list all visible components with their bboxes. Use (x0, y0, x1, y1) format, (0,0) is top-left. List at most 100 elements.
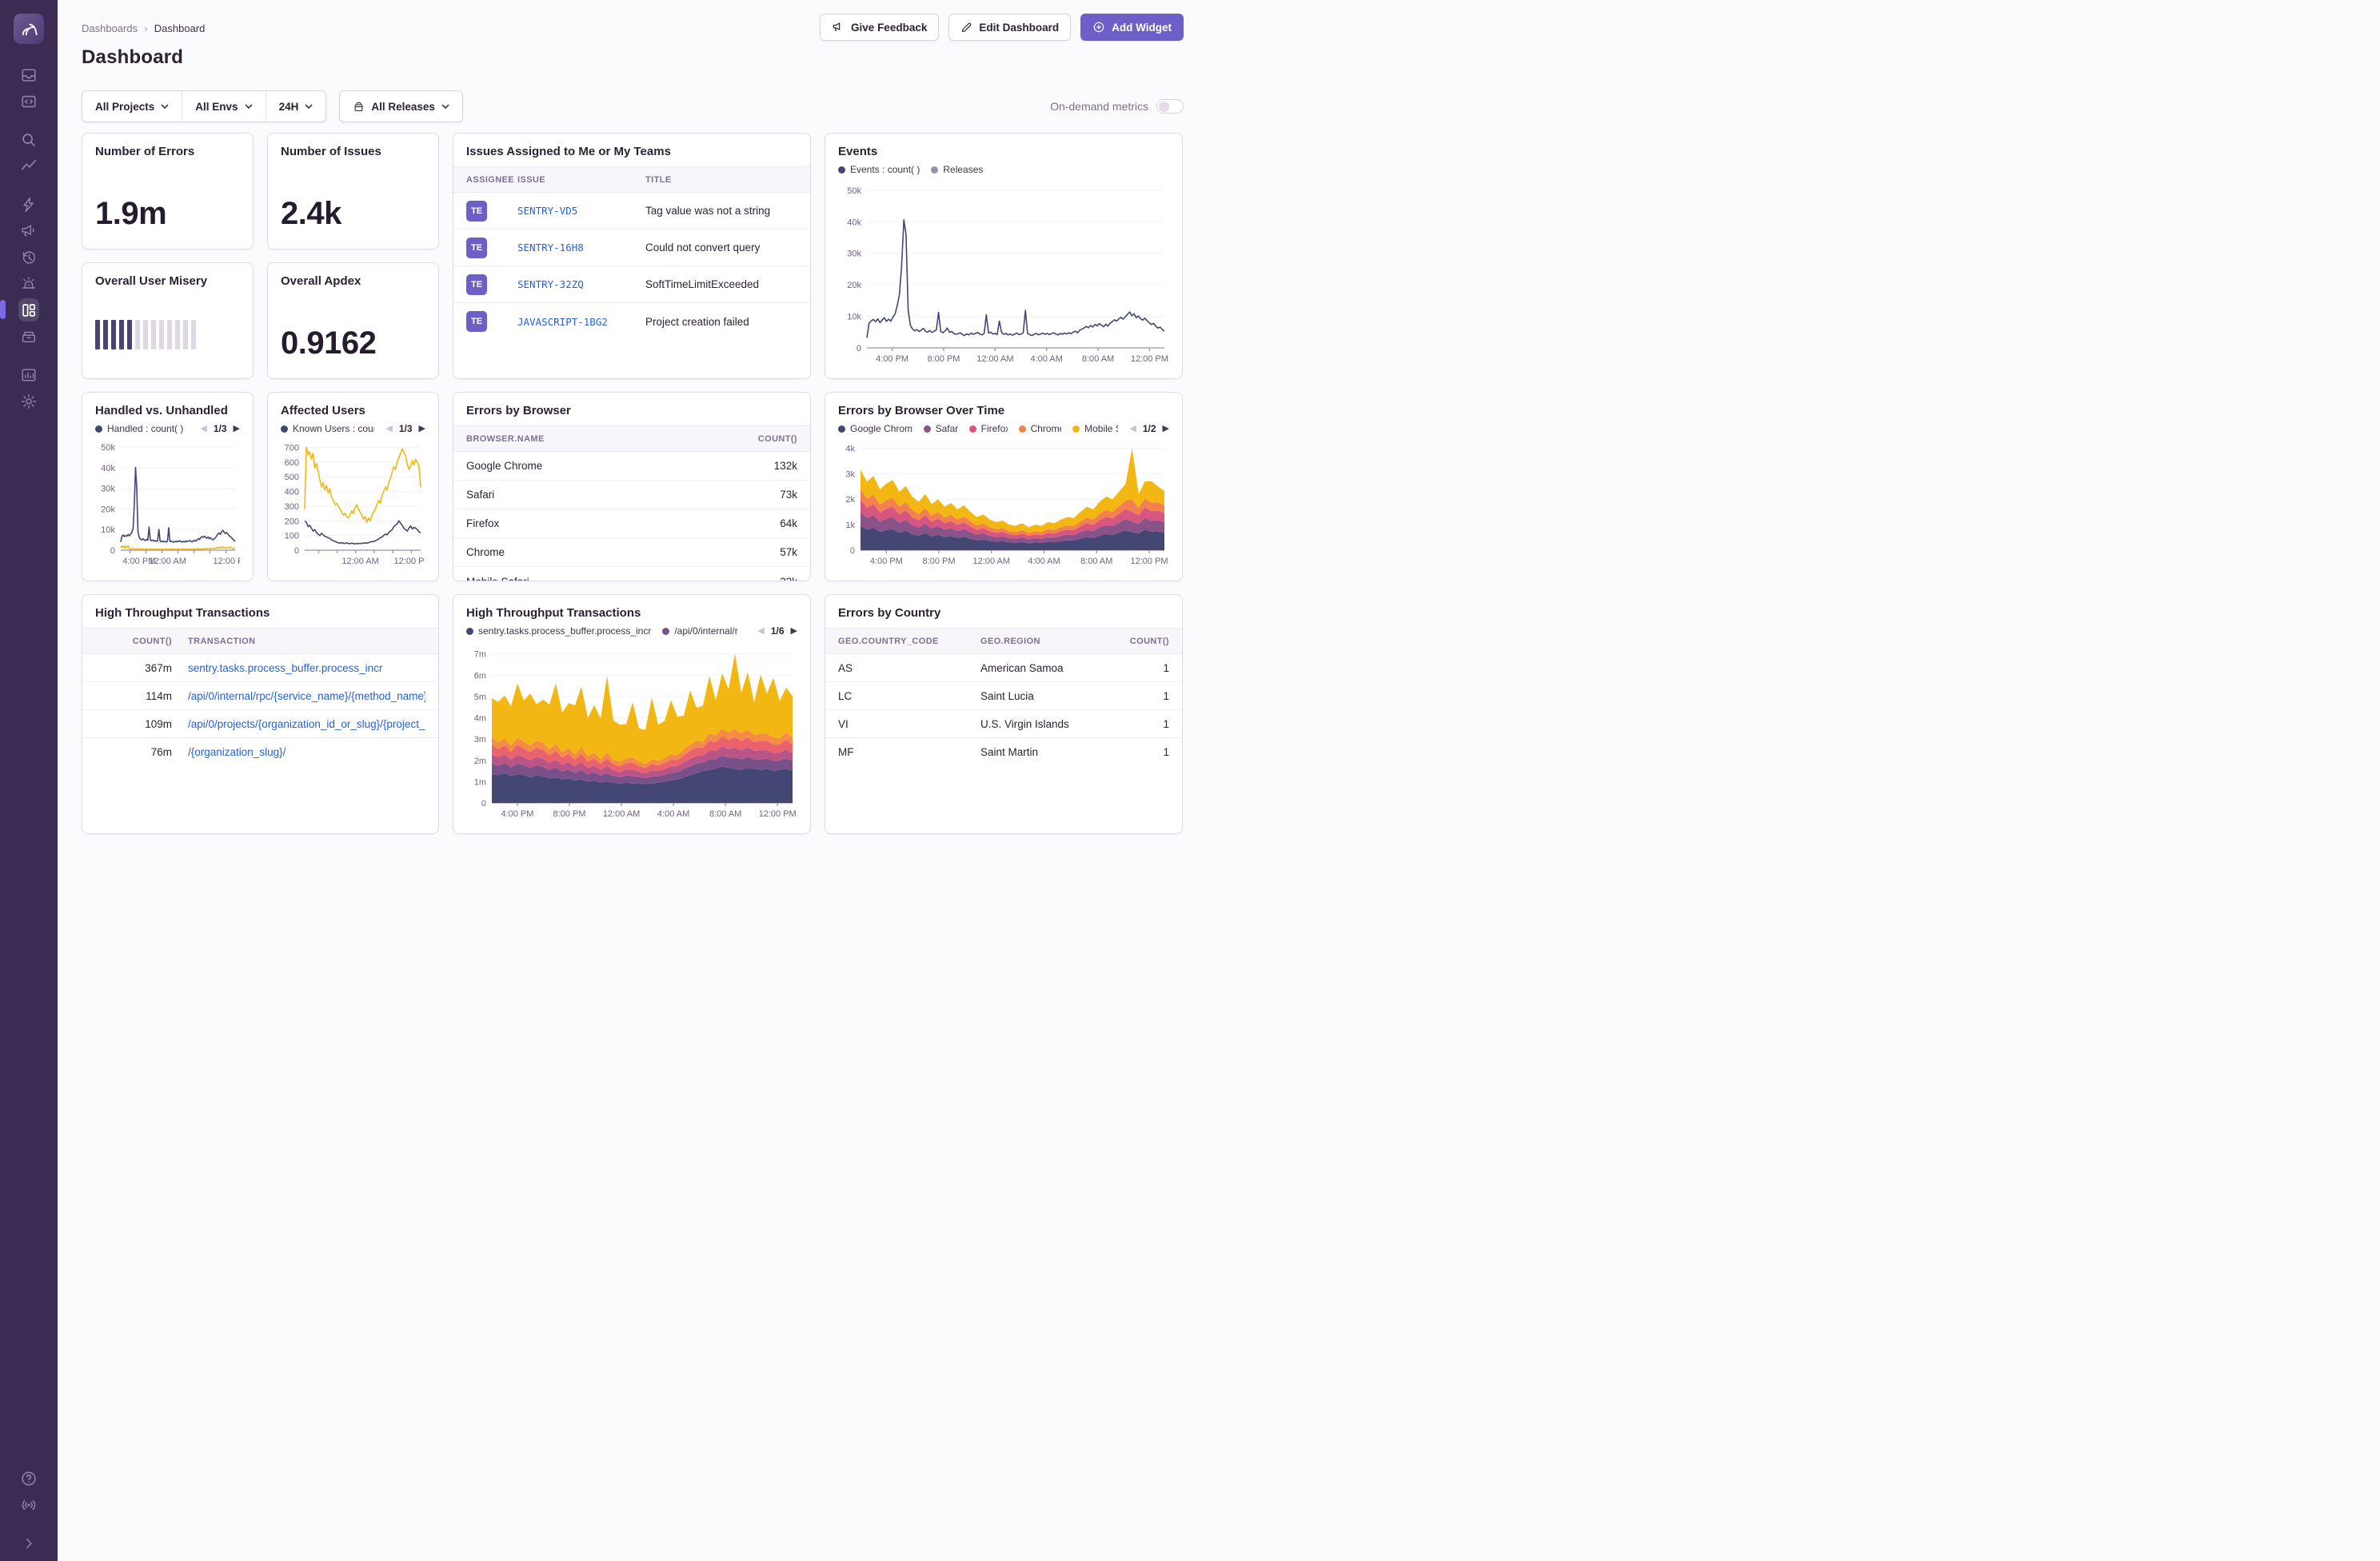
next-page-icon[interactable]: ▶ (419, 425, 425, 433)
transaction-link[interactable]: /api/0/projects/{organization_id_or_slug… (172, 718, 425, 730)
svg-text:4:00 PM: 4:00 PM (501, 809, 533, 819)
svg-text:400: 400 (285, 488, 299, 497)
prev-page-icon[interactable]: ◀ (1129, 425, 1136, 433)
table-row: Safari73k (453, 481, 810, 509)
table-row: TESENTRY-VD5Tag value was not a string (453, 193, 810, 230)
issues-assigned-widget: Issues Assigned to Me or My Teams ASSIGN… (453, 133, 811, 379)
next-page-icon[interactable]: ▶ (234, 425, 240, 433)
svg-text:0: 0 (294, 546, 299, 556)
legend-label: Handled : count( ) (107, 423, 183, 434)
svg-text:0: 0 (110, 546, 115, 556)
transaction-link[interactable]: /{organization_slug}/ (172, 746, 425, 758)
svg-text:12:00 PM: 12:00 PM (1131, 354, 1168, 364)
prev-page-icon[interactable]: ◀ (757, 627, 764, 636)
issue-link[interactable]: SENTRY-16H8 (517, 242, 645, 254)
next-page-icon[interactable]: ▶ (791, 627, 797, 636)
legend-entry[interactable]: /api/0/internal/r (662, 625, 737, 637)
legend-entry[interactable]: Firefox (969, 423, 1008, 434)
breadcrumb-dashboards[interactable]: Dashboards (82, 22, 138, 34)
table-header: BROWSER.NAME COUNT() (453, 425, 810, 452)
sidebar-item-dashboards[interactable] (13, 297, 45, 323)
sidebar-item-releases[interactable] (13, 323, 45, 349)
issue-title: SoftTimeLimitExceeded (645, 278, 797, 290)
widget-title: High Throughput Transactions (95, 606, 425, 620)
country-region: U.S. Virgin Islands (980, 718, 1124, 730)
transaction-link[interactable]: /api/0/internal/rpc/{service_name}/{meth… (172, 690, 425, 702)
errors-by-browser-table: BROWSER.NAME COUNT() Google Chrome132kSa… (453, 425, 810, 581)
legend-entry[interactable]: sentry.tasks.process_buffer.process_incr (466, 625, 651, 637)
sidebar-item-performance[interactable] (13, 153, 45, 179)
sidebar-item-stats[interactable] (13, 361, 45, 388)
legend-entry[interactable]: Google Chrome (838, 423, 912, 434)
issue-link[interactable]: SENTRY-VD5 (517, 205, 645, 217)
prev-page-icon[interactable]: ◀ (385, 425, 392, 433)
sidebar-item-alerts[interactable] (13, 270, 45, 297)
ondemand-metrics-toggle[interactable] (1156, 99, 1184, 114)
legend-entry[interactable]: Events : count( ) (838, 164, 920, 175)
legend-dot (924, 425, 931, 433)
legend-entry[interactable]: Handled : count( ) (95, 423, 183, 434)
issue-link[interactable]: SENTRY-32ZQ (517, 278, 645, 290)
circle-plus-icon (1092, 21, 1105, 34)
issue-link[interactable]: JAVASCRIPT-1BG2 (517, 316, 645, 328)
svg-text:2k: 2k (845, 495, 855, 505)
legend-entry[interactable]: Known Users : cour (281, 423, 374, 434)
events-chart: 010k20k30k40k50k4:00 PM8:00 PM12:00 AM4:… (838, 179, 1169, 367)
sidebar-item-issues[interactable] (13, 62, 45, 88)
browser-count: 57k (725, 546, 797, 558)
legend-entry[interactable]: Safari (924, 423, 958, 434)
sidebar-bottom (13, 1465, 45, 1561)
issue-title: Tag value was not a string (645, 205, 797, 217)
legend-entry[interactable]: Chrome (1019, 423, 1062, 434)
widget-title: Overall User Misery (95, 274, 240, 288)
transaction-link[interactable]: sentry.tasks.process_buffer.process_incr (172, 662, 425, 674)
svg-text:50k: 50k (847, 186, 861, 196)
add-widget-button[interactable]: Add Widget (1080, 14, 1184, 41)
sidebar-nav (13, 62, 45, 414)
sidebar-item-launch[interactable] (13, 191, 45, 218)
svg-text:12:00 PM: 12:00 PM (759, 809, 797, 819)
releases-filter[interactable]: All Releases (339, 90, 463, 122)
misery-bar (127, 320, 132, 349)
svg-text:100: 100 (285, 532, 299, 541)
prev-page-icon[interactable]: ◀ (200, 425, 206, 433)
country-count: 1 (1124, 662, 1169, 674)
envs-filter[interactable]: All Envs (182, 91, 265, 122)
table-header: COUNT() TRANSACTION (82, 628, 438, 654)
svg-text:600: 600 (285, 458, 299, 468)
misery-bar (103, 320, 108, 349)
widget-title: Issues Assigned to Me or My Teams (466, 145, 797, 158)
transaction-count: 114m (95, 690, 172, 702)
number-of-issues-value: 2.4k (281, 198, 425, 230)
sidebar-item-projects[interactable] (13, 88, 45, 114)
svg-text:20k: 20k (847, 281, 861, 290)
sidebar-item-replays[interactable] (13, 244, 45, 270)
svg-text:4:00 PM: 4:00 PM (876, 354, 908, 364)
high-throughput-table-widget: High Throughput Transactions COUNT() TRA… (82, 594, 439, 834)
assignee-cell: TE (466, 311, 517, 332)
help-icon[interactable] (13, 1465, 45, 1491)
sidebar-item-settings[interactable] (13, 388, 45, 414)
broadcast-icon[interactable] (13, 1491, 45, 1518)
legend-entry[interactable]: Releases (931, 164, 983, 175)
legend-label: /api/0/internal/r (674, 625, 737, 637)
issue-title: Could not convert query (645, 242, 797, 254)
sidebar-item-feedback[interactable] (13, 218, 45, 244)
edit-dashboard-button[interactable]: Edit Dashboard (948, 14, 1071, 41)
browser-count: 73k (725, 489, 797, 501)
next-page-icon[interactable]: ▶ (1163, 425, 1169, 433)
projects-filter[interactable]: All Projects (82, 91, 182, 122)
svg-text:7m: 7m (474, 650, 486, 660)
time-range-filter[interactable]: 24H (266, 91, 326, 122)
issues-table: ASSIGNEE ISSUE TITLE TESENTRY-VD5Tag val… (453, 166, 810, 340)
legend-entry[interactable]: Mobile S (1072, 423, 1118, 434)
browser-name: Mobile Safari (466, 576, 725, 582)
legend-label: Safari (936, 423, 958, 434)
sidebar-item-explore[interactable] (13, 126, 45, 153)
sentry-logo[interactable] (14, 14, 44, 44)
table-row: Google Chrome132k (453, 452, 810, 481)
give-feedback-button[interactable]: Give Feedback (820, 14, 939, 41)
svg-text:40k: 40k (847, 218, 861, 227)
collapse-chevron-icon[interactable] (13, 1530, 45, 1556)
svg-text:5m: 5m (474, 693, 486, 702)
